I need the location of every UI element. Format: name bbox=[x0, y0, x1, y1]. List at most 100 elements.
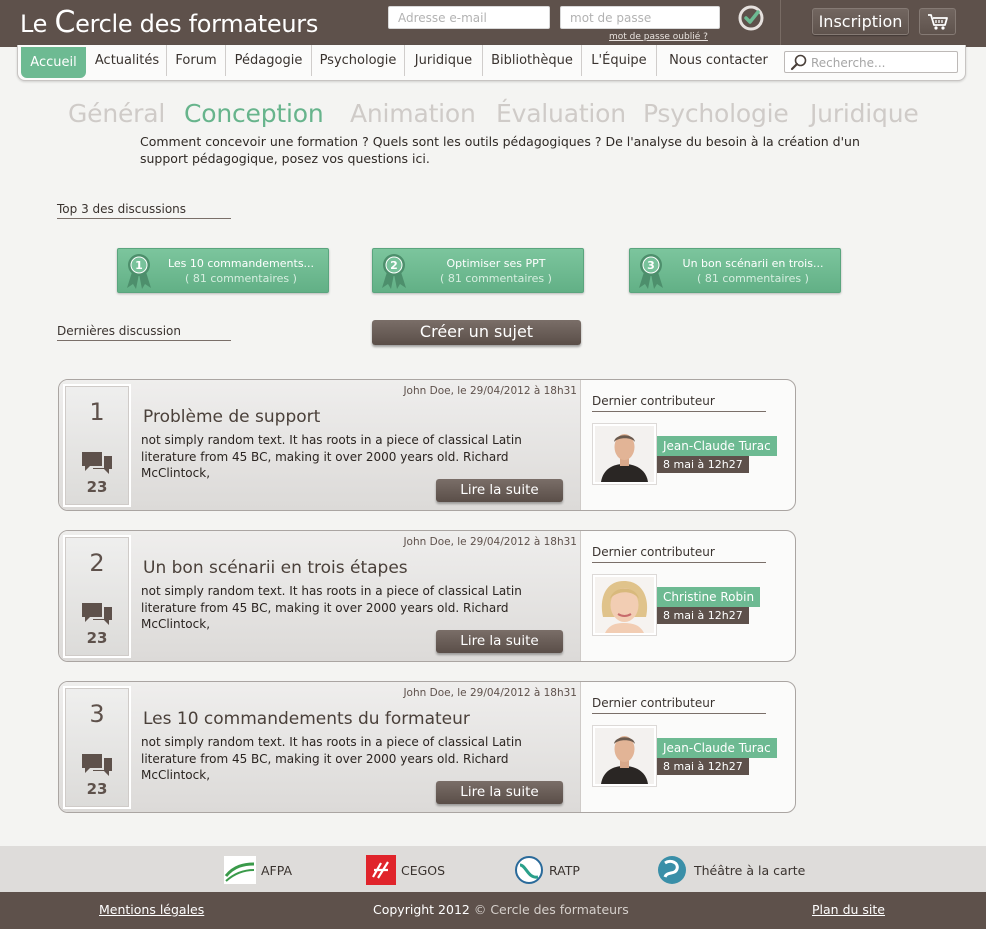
comments-icon bbox=[82, 754, 112, 776]
contributor-name[interactable]: Jean-Claude Turac bbox=[657, 738, 777, 758]
discussion-excerpt: not simply random text. It has roots in … bbox=[141, 584, 522, 631]
copyright: Copyright 2012 © Cercle des formateurs bbox=[373, 902, 629, 917]
discussion-rank-box: 3 23 bbox=[63, 686, 131, 809]
comment-count: 23 bbox=[86, 629, 108, 647]
top-discussion-1[interactable]: 1 Les 10 commandements... ( 81 commentai… bbox=[117, 248, 329, 293]
search-box[interactable] bbox=[784, 51, 958, 73]
login-check-button[interactable] bbox=[738, 5, 764, 31]
discussion-excerpt: not simply random text. It has roots in … bbox=[141, 735, 522, 782]
discussion-rank: 3 bbox=[89, 700, 105, 728]
contributor-avatar[interactable] bbox=[592, 423, 657, 485]
contributor-date: 8 mai à 12h27 bbox=[657, 607, 749, 624]
top3-heading: Top 3 des discussions bbox=[57, 202, 231, 219]
category-general[interactable]: Général bbox=[68, 98, 165, 130]
nav-psychologie[interactable]: Psychologie bbox=[312, 45, 405, 76]
nav-bibliotheque[interactable]: Bibliothèque bbox=[483, 45, 582, 76]
check-icon bbox=[738, 5, 764, 31]
site-logo[interactable]: Le Cercle des formateurs bbox=[20, 4, 318, 43]
password-input[interactable] bbox=[560, 6, 720, 29]
top-discussion-count: ( 81 commentaires ) bbox=[440, 272, 552, 285]
rank-number: 2 bbox=[390, 259, 398, 272]
comment-count: 23 bbox=[86, 780, 108, 798]
discussion-meta: John Doe, le 29/04/2012 à 18h31 bbox=[403, 536, 577, 548]
last-contributor-heading: Dernier contributeur bbox=[592, 394, 766, 412]
logo-c: C bbox=[54, 5, 76, 40]
cart-button[interactable] bbox=[919, 8, 956, 35]
forgot-password-link[interactable]: mot de passe oublié ? bbox=[609, 32, 708, 42]
top-discussion-title: Optimiser ses PPT bbox=[446, 257, 546, 270]
nav-juridique[interactable]: Juridique bbox=[405, 45, 483, 76]
header-divider bbox=[780, 0, 781, 47]
top-discussion-2[interactable]: 2 Optimiser ses PPT ( 81 commentaires ) bbox=[372, 248, 584, 293]
nav-equipe[interactable]: L'Équipe bbox=[582, 45, 657, 76]
logo-prefix: Le bbox=[20, 10, 55, 38]
create-topic-button[interactable]: Créer un sujet bbox=[372, 320, 581, 345]
partner-label: CEGOS bbox=[401, 862, 446, 878]
discussion-title[interactable]: Problème de support bbox=[143, 407, 320, 427]
rank-ribbon-icon: 3 bbox=[639, 254, 663, 289]
rank-number: 1 bbox=[135, 259, 143, 272]
partner-ratp[interactable]: RATP bbox=[514, 855, 580, 885]
last-contributor-heading: Dernier contributeur bbox=[592, 545, 766, 563]
contributor-avatar[interactable] bbox=[592, 574, 657, 636]
top-discussion-count: ( 81 commentaires ) bbox=[185, 272, 297, 285]
partner-label: AFPA bbox=[261, 862, 293, 878]
partner-afpa[interactable]: AFPA bbox=[224, 855, 292, 885]
comments-icon bbox=[82, 452, 112, 474]
discussion-title[interactable]: Les 10 commandements du formateur bbox=[143, 709, 470, 729]
discussion-meta: John Doe, le 29/04/2012 à 18h31 bbox=[403, 385, 577, 397]
main-nav: Accueil Actualités Forum Pédagogie Psych… bbox=[17, 45, 966, 81]
discussion-meta: John Doe, le 29/04/2012 à 18h31 bbox=[403, 687, 577, 699]
nav-actualites[interactable]: Actualités bbox=[88, 45, 167, 76]
rank-number: 3 bbox=[647, 259, 655, 272]
partner-label: RATP bbox=[549, 862, 580, 878]
nav-forum[interactable]: Forum bbox=[167, 45, 226, 76]
contributor-avatar[interactable] bbox=[592, 725, 657, 787]
partners-bar: AFPA CEGOS RATP Théâtre à la carte bbox=[0, 846, 986, 892]
avatar-woman-icon bbox=[595, 577, 654, 633]
read-more-button[interactable]: Lire la suite bbox=[436, 781, 563, 804]
category-conception[interactable]: Conception bbox=[184, 98, 324, 130]
top-bar: Le Cercle des formateurs mot de passe ou… bbox=[0, 0, 986, 47]
cegos-logo-icon bbox=[366, 855, 396, 885]
category-juridique[interactable]: Juridique bbox=[810, 98, 919, 130]
read-more-button[interactable]: Lire la suite bbox=[436, 479, 563, 502]
contributor-name[interactable]: Christine Robin bbox=[657, 587, 761, 607]
rank-ribbon-icon: 1 bbox=[127, 254, 151, 289]
avatar-man-icon bbox=[595, 728, 654, 784]
read-more-button[interactable]: Lire la suite bbox=[436, 630, 563, 653]
discussion-main: 3 23 John Doe, le 29/04/2012 à 18h31 Les… bbox=[59, 682, 581, 812]
copyright-owner: © Cercle des formateurs bbox=[473, 902, 629, 917]
discussion-card-2: 2 23 John Doe, le 29/04/2012 à 18h31 Un … bbox=[58, 530, 796, 662]
copyright-year: Copyright 2012 bbox=[373, 902, 470, 917]
sitemap-link[interactable]: Plan du site bbox=[812, 902, 885, 917]
discussion-main: 1 23 John Doe, le 29/04/2012 à 18h31 Pro… bbox=[59, 380, 581, 510]
nav-accueil[interactable]: Accueil bbox=[21, 47, 86, 78]
top-discussion-title: Un bon scénarii en trois... bbox=[682, 257, 824, 270]
category-psychologie[interactable]: Psychologie bbox=[643, 98, 789, 130]
search-input[interactable] bbox=[811, 54, 951, 71]
discussion-card-3: 3 23 John Doe, le 29/04/2012 à 18h31 Les… bbox=[58, 681, 796, 813]
category-animation[interactable]: Animation bbox=[350, 98, 476, 130]
partner-theatre[interactable]: Théâtre à la carte bbox=[657, 855, 805, 885]
contributor-name[interactable]: Jean-Claude Turac bbox=[657, 436, 777, 456]
category-evaluation[interactable]: Évaluation bbox=[496, 98, 626, 130]
top-discussion-title: Les 10 commandements... bbox=[167, 257, 315, 270]
partner-label: Théâtre à la carte bbox=[694, 862, 806, 878]
email-input[interactable] bbox=[388, 6, 550, 29]
logo-rest: ercle des formateurs bbox=[75, 10, 319, 38]
ratp-logo-icon bbox=[515, 856, 543, 884]
discussion-card-1: 1 23 John Doe, le 29/04/2012 à 18h31 Pro… bbox=[58, 379, 796, 511]
signup-button[interactable]: Inscription bbox=[812, 8, 909, 35]
nav-contact[interactable]: Nous contacter bbox=[657, 45, 780, 76]
discussion-rank: 1 bbox=[89, 398, 105, 426]
discussion-title[interactable]: Un bon scénarii en trois étapes bbox=[143, 558, 408, 578]
partner-cegos[interactable]: CEGOS bbox=[366, 855, 445, 885]
top-discussion-3[interactable]: 3 Un bon scénarii en trois... ( 81 comme… bbox=[629, 248, 841, 293]
footer: Mentions légales Copyright 2012 © Cercle… bbox=[0, 892, 986, 929]
comments-icon bbox=[82, 603, 112, 625]
comment-count: 23 bbox=[86, 478, 108, 496]
nav-pedagogie[interactable]: Pédagogie bbox=[226, 45, 312, 76]
legal-link[interactable]: Mentions légales bbox=[99, 902, 204, 917]
last-contributor-heading: Dernier contributeur bbox=[592, 696, 766, 714]
